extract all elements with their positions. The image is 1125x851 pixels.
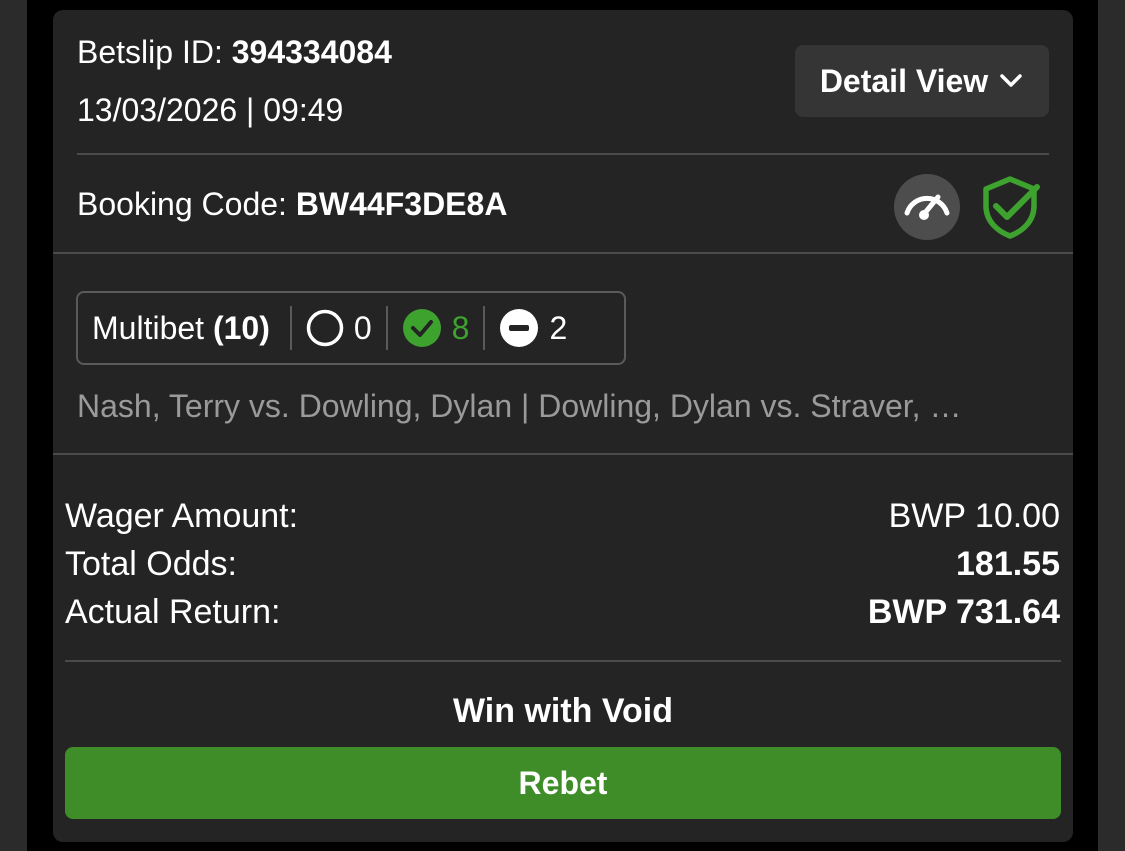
betslip-id-row: Betslip ID: 394334084 xyxy=(77,32,392,72)
betslip-id-value: 394334084 xyxy=(231,34,392,70)
void-count: 2 xyxy=(549,309,568,346)
pending-selections: 0 xyxy=(292,293,386,363)
booking-code-value[interactable]: BW44F3DE8A xyxy=(296,186,508,222)
booking-code-row: Booking Code: BW44F3DE8A xyxy=(77,184,507,224)
wager-amount-label: Wager Amount: xyxy=(65,497,299,535)
rebet-button[interactable]: Rebet xyxy=(65,747,1061,819)
actual-return-label: Actual Return: xyxy=(65,593,281,631)
minus-circle-icon xyxy=(500,309,539,347)
booking-code-label: Booking Code: xyxy=(77,186,287,222)
betslip-datetime: 13/03/2026 | 09:49 xyxy=(77,92,344,128)
summary-divider xyxy=(65,660,1061,662)
pending-count: 0 xyxy=(353,309,372,346)
betslip-card: Betslip ID: 394334084 13/03/2026 | 09:49… xyxy=(53,10,1073,842)
booking-divider xyxy=(53,252,1073,254)
events-summary[interactable]: Nash, Terry vs. Dowling, Dylan | Dowling… xyxy=(77,384,1047,428)
chevron-down-icon xyxy=(1000,74,1022,87)
speedometer-icon[interactable] xyxy=(893,173,961,241)
total-odds-label: Total Odds: xyxy=(65,545,237,583)
header-divider xyxy=(77,153,1049,155)
detail-view-label: Detail View xyxy=(819,62,989,99)
actual-return-value: BWP 731.64 xyxy=(867,593,1060,631)
bet-status: Win with Void xyxy=(452,692,674,730)
shield-check-icon xyxy=(983,176,1040,239)
detail-view-button[interactable]: Detail View xyxy=(795,45,1049,117)
multibet-type: Multibet (10) xyxy=(78,293,290,363)
total-odds-value: 181.55 xyxy=(956,545,1060,583)
void-selections: 2 xyxy=(485,293,581,363)
wager-amount-value: BWP 10.00 xyxy=(888,497,1060,535)
betslip-id-label: Betslip ID: xyxy=(77,34,223,70)
right-gutter xyxy=(1098,0,1125,851)
rebet-label: Rebet xyxy=(518,764,608,801)
left-gutter xyxy=(0,0,27,851)
won-count: 8 xyxy=(451,309,470,346)
multibet-label: Multibet xyxy=(92,309,205,346)
multibet-count: (10) xyxy=(212,309,270,346)
open-circle-icon xyxy=(306,309,344,347)
check-circle-icon xyxy=(402,309,441,347)
won-selections: 8 xyxy=(388,293,484,363)
multibet-summary: Multibet (10) 0 8 2 xyxy=(76,291,626,365)
events-divider xyxy=(53,453,1073,455)
